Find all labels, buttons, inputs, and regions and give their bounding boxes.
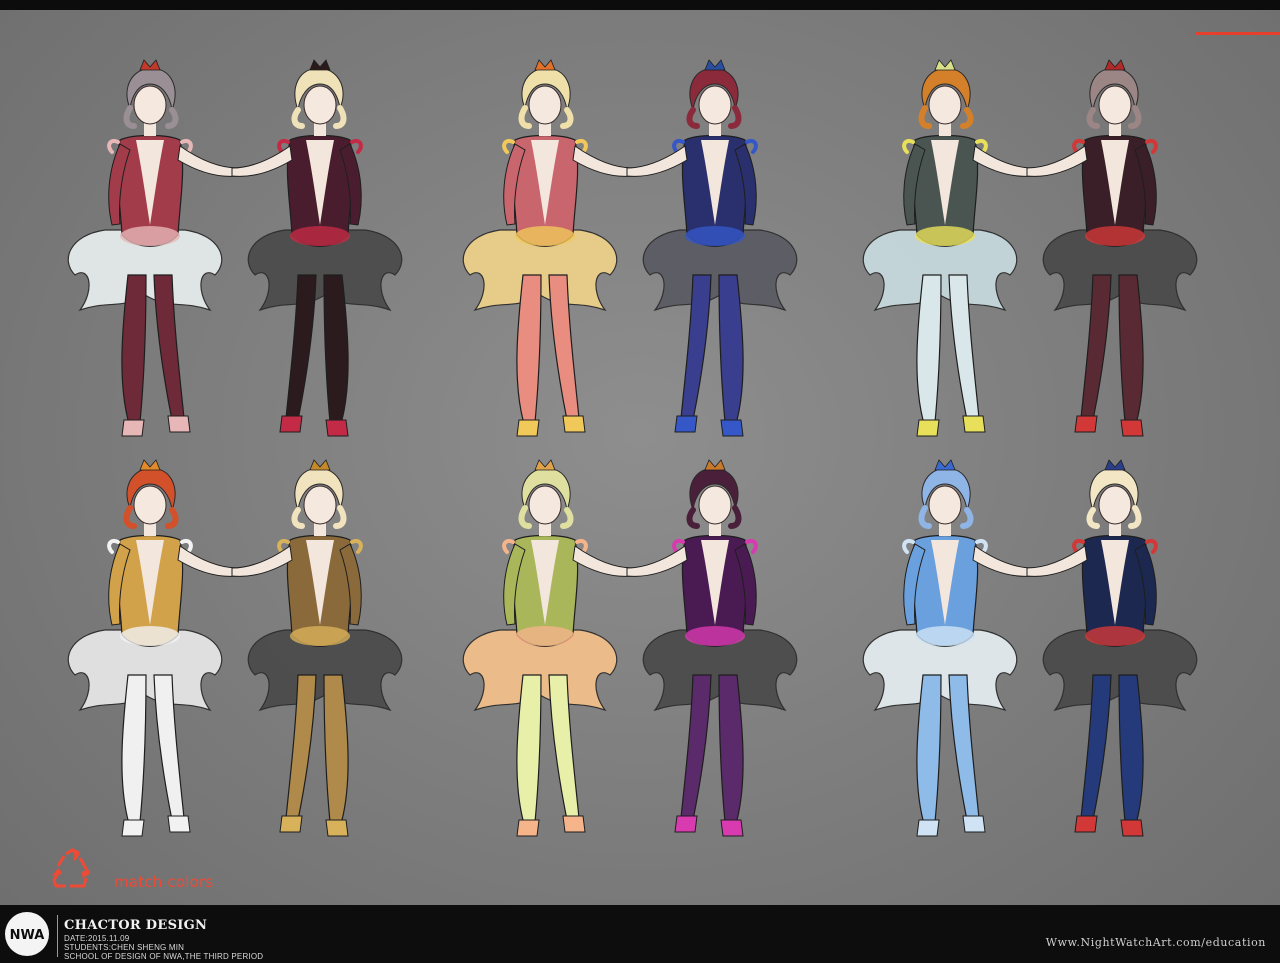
footer-students: STUDENTS:CHEN SHENG MIN [64, 943, 185, 952]
character-left-1 [67, 59, 239, 437]
character-pair-5 [462, 459, 798, 837]
character-right-1 [231, 59, 403, 437]
character-left-3 [862, 59, 1034, 437]
footer: NWA CHACTOR DESIGN DATE:2015.11.09 STUDE… [0, 905, 1280, 963]
character-right-3 [1026, 59, 1198, 437]
logo-text: NWA [10, 928, 45, 943]
character-left-2 [462, 59, 634, 437]
character-right-4 [231, 459, 403, 837]
footer-url: Www.NightWatchArt.com/education [1045, 936, 1266, 949]
footer-school: SCHOOL OF DESIGN OF NWA,THE THIRD PERIOD [64, 952, 264, 961]
footer-title: CHACTOR DESIGN [64, 918, 208, 933]
character-right-6 [1026, 459, 1198, 837]
character-right-2 [626, 59, 798, 437]
character-right-5 [626, 459, 798, 837]
character-pair-1 [67, 59, 403, 437]
nwa-logo-icon: NWA [5, 912, 49, 956]
character-pair-2 [462, 59, 798, 437]
character-pair-3 [862, 59, 1198, 437]
character-sheet: match colors NWA CHACTOR DESIGN DATE:201… [0, 0, 1280, 963]
character-pair-6 [862, 459, 1198, 837]
character-pair-4 [67, 459, 403, 837]
footer-date: DATE:2015.11.09 [64, 934, 130, 943]
character-left-5 [462, 459, 634, 837]
character-left-6 [862, 459, 1034, 837]
character-left-4 [67, 459, 239, 837]
figure-area [0, 0, 1280, 905]
recycle-icon [52, 848, 90, 888]
match-colors-label: match colors [114, 873, 214, 891]
footer-divider [57, 915, 58, 957]
